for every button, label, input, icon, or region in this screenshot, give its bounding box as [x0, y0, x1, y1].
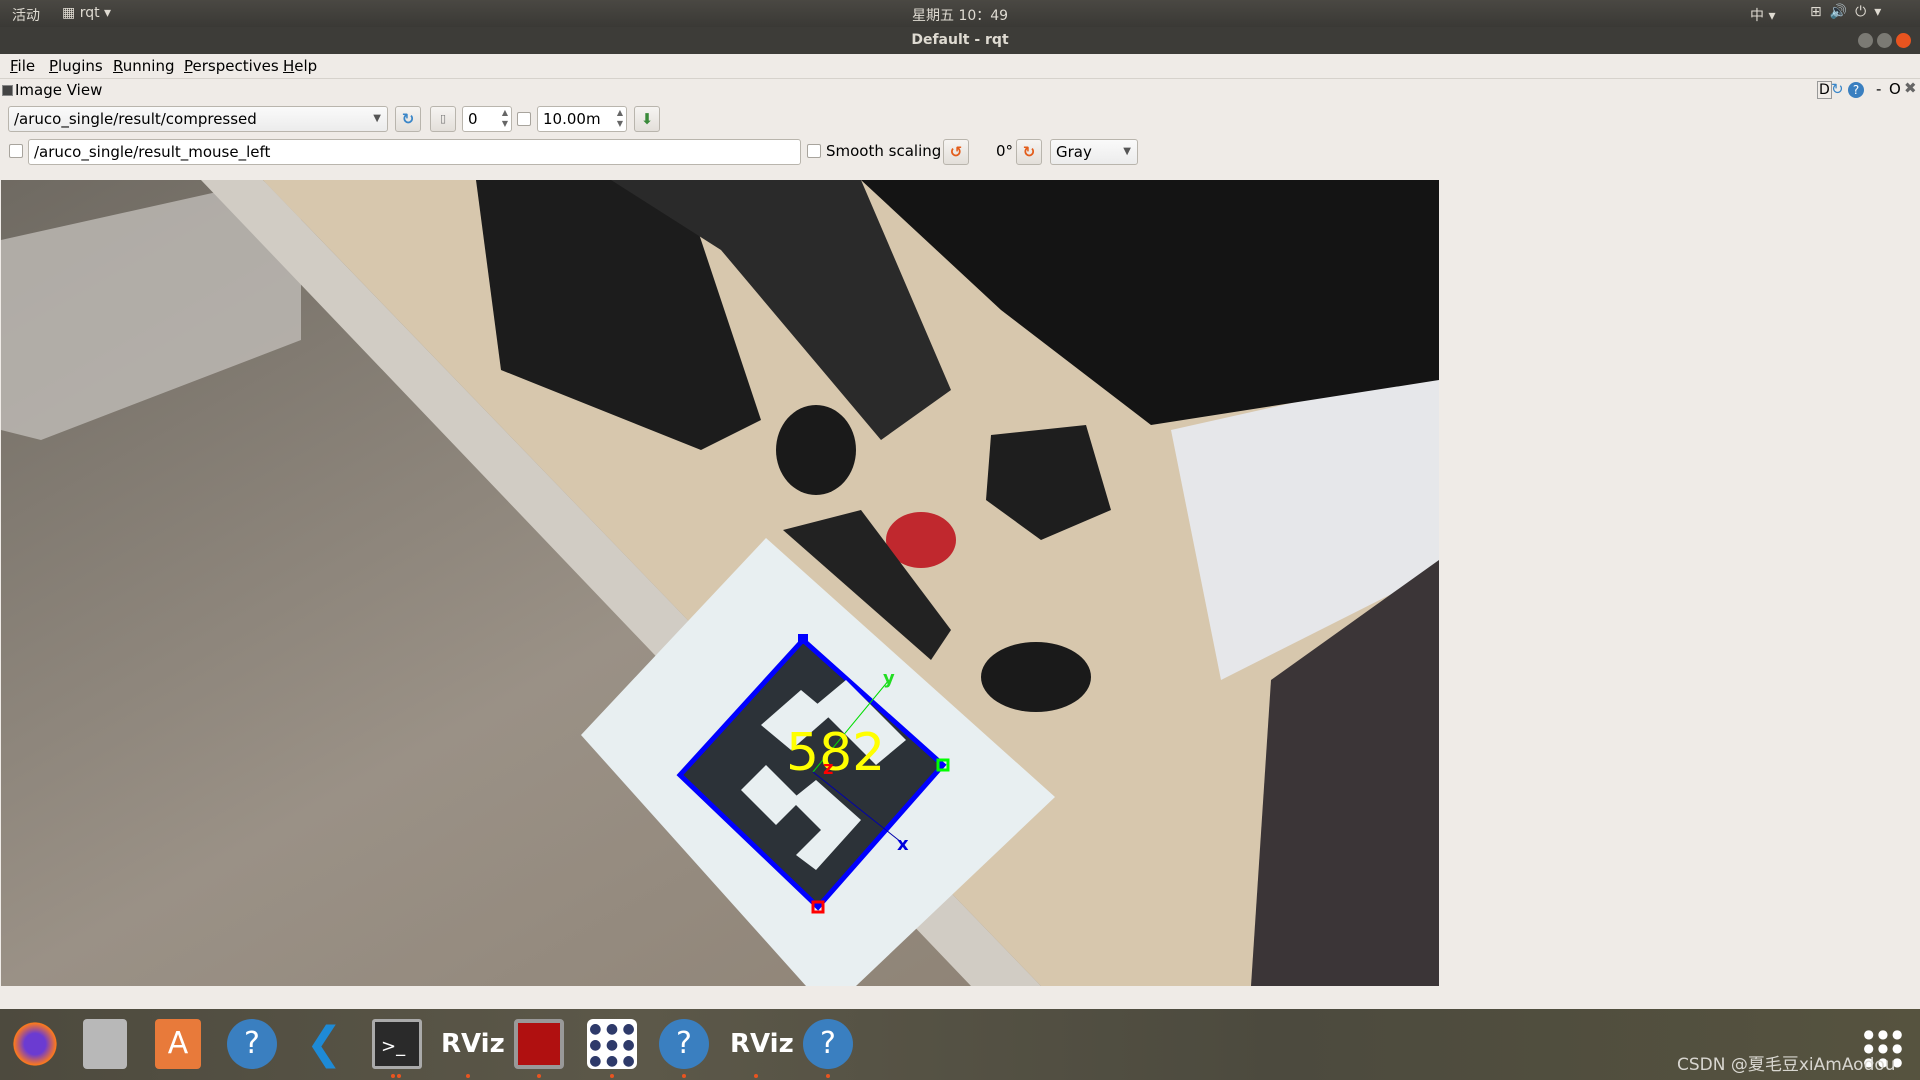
save-image-button[interactable]: ⬇: [634, 106, 660, 132]
firefox-icon[interactable]: [10, 1019, 60, 1069]
help-icon[interactable]: ?: [227, 1019, 277, 1069]
minimize-plugin-button[interactable]: -: [1876, 80, 1881, 98]
running-indicator: [397, 1074, 401, 1078]
mouse-topic-value: /aruco_single/result_mouse_left: [34, 143, 271, 161]
maximize-button[interactable]: [1877, 33, 1892, 48]
dock: A ? ❮ >_ RViz ● ● ● ● ● ● ● ● ● ? RViz ? ●…: [0, 1009, 1920, 1080]
mouse-topic-input[interactable]: /aruco_single/result_mouse_left: [28, 139, 801, 165]
image-view-canvas[interactable]: 582 z y x: [1, 180, 1439, 986]
window-titlebar: Default - rqt: [0, 27, 1920, 54]
files-icon[interactable]: [83, 1019, 127, 1069]
x-axis-label: x: [897, 834, 909, 855]
menubar: File Plugins Running Perspectives Help: [0, 54, 1920, 79]
camera-image: 582 z y x: [1, 180, 1439, 986]
help-icon[interactable]: ?: [1848, 82, 1864, 98]
plugin-title: Image View: [15, 81, 103, 99]
minimize-button[interactable]: [1858, 33, 1873, 48]
app-menu[interactable]: ▦ rqt ▾: [62, 5, 111, 21]
chevron-down-icon: ▼: [1123, 146, 1131, 157]
running-indicator: [826, 1074, 830, 1078]
close-plugin-icon[interactable]: ✖: [1904, 79, 1917, 97]
plugin-header: Image View D ↻ ? - O ✖: [0, 79, 1920, 102]
system-monitor-icon[interactable]: [514, 1019, 564, 1069]
menu-help[interactable]: Help: [283, 57, 317, 75]
menu-plugins[interactable]: Plugins: [49, 57, 103, 75]
menu-running[interactable]: Running: [113, 57, 174, 75]
chevron-down-icon: ▼: [373, 113, 381, 124]
topic-select[interactable]: /aruco_single/result/compressed ▼: [8, 106, 388, 132]
color-scheme-value: Gray: [1056, 143, 1092, 161]
mouse: [981, 642, 1091, 712]
system-menu[interactable]: ⊞🔊⏻▾: [1810, 4, 1889, 20]
dock-toggle-button[interactable]: D: [1817, 81, 1832, 99]
input-method-indicator[interactable]: 中 ▾: [1750, 5, 1775, 25]
frame-spinbox[interactable]: 0 ▲ ▼: [462, 106, 512, 132]
rotation-value: 0°: [996, 142, 1014, 160]
help-icon[interactable]: ?: [659, 1019, 709, 1069]
time-checkbox[interactable]: [517, 112, 531, 126]
float-plugin-button[interactable]: O: [1889, 80, 1901, 98]
time-spinbox[interactable]: 10.00m ▲ ▼: [537, 106, 627, 132]
running-indicator: [682, 1074, 686, 1078]
running-indicator: [754, 1074, 758, 1078]
menu-perspectives[interactable]: Perspectives: [184, 57, 279, 75]
terminal-icon[interactable]: >_: [372, 1019, 422, 1069]
smooth-scaling-checkbox[interactable]: [807, 144, 821, 158]
z-axis-label: z: [823, 758, 833, 779]
running-indicator: [610, 1074, 614, 1078]
color-scheme-select[interactable]: Gray ▼: [1050, 139, 1138, 165]
close-window-button[interactable]: [1896, 33, 1911, 48]
rotate-left-button[interactable]: ↺: [943, 139, 969, 165]
topic-value: /aruco_single/result/compressed: [14, 110, 257, 128]
rviz-icon[interactable]: RViz: [730, 1019, 794, 1069]
watermark: CSDN @夏毛豆xiAmAodou: [1677, 1055, 1896, 1075]
clock[interactable]: 星期五 10：49: [912, 5, 1008, 25]
window-title: Default - rqt: [911, 32, 1009, 48]
pause-button[interactable]: ▯: [430, 106, 456, 132]
y-axis-label: y: [883, 668, 895, 689]
time-value: 10.00m: [543, 110, 601, 128]
vscode-icon[interactable]: ❮: [299, 1019, 349, 1069]
ime-label: 中: [1750, 8, 1764, 24]
activities-button[interactable]: 活动: [12, 5, 40, 25]
mouse: [776, 405, 856, 495]
app-menu-label: rqt: [79, 5, 100, 21]
plugin-icon: [2, 85, 13, 96]
running-indicator: [537, 1074, 541, 1078]
corner-marker: [798, 634, 808, 644]
software-center-icon[interactable]: A: [155, 1019, 201, 1069]
refresh-topics-button[interactable]: ↻: [395, 106, 421, 132]
rotate-right-button[interactable]: ↻: [1016, 139, 1042, 165]
running-indicator: [466, 1074, 470, 1078]
publish-mouse-checkbox[interactable]: [9, 144, 23, 158]
rviz-icon[interactable]: RViz: [441, 1019, 505, 1069]
spin-arrows-icon[interactable]: ▲ ▼: [617, 107, 623, 129]
smooth-scaling-label: Smooth scaling: [826, 142, 942, 160]
help-icon[interactable]: ?: [803, 1019, 853, 1069]
menu-file[interactable]: File: [10, 57, 35, 75]
spin-arrows-icon[interactable]: ▲ ▼: [502, 107, 508, 129]
top-panel: 活动 ▦ rqt ▾ 星期五 10：49 中 ▾ ⊞🔊⏻▾: [0, 0, 1920, 27]
frame-value: 0: [468, 110, 478, 128]
running-indicator: [391, 1074, 395, 1078]
reload-icon[interactable]: ↻: [1831, 80, 1844, 98]
marker-id: 582: [786, 723, 885, 783]
rqt-icon[interactable]: ● ● ● ● ● ● ● ● ●: [587, 1019, 637, 1069]
